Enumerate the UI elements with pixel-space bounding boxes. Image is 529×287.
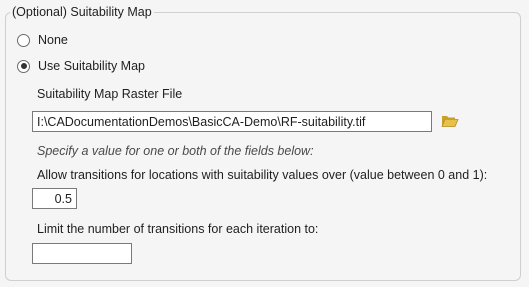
none-label[interactable]: None	[38, 33, 68, 47]
use-suitability-map-label[interactable]: Use Suitability Map	[38, 59, 145, 73]
limit-input[interactable]	[32, 243, 132, 264]
raster-file-path-input[interactable]	[32, 111, 432, 132]
threshold-input[interactable]	[32, 188, 77, 209]
use-suitability-map-radio[interactable]	[17, 59, 30, 73]
fields-hint: Specify a value for one or both of the f…	[37, 144, 314, 158]
none-option[interactable]: None	[17, 31, 68, 49]
raster-file-label: Suitability Map Raster File	[37, 87, 183, 101]
folder-open-icon[interactable]	[441, 113, 459, 129]
none-radio[interactable]	[17, 33, 30, 47]
group-title: (Optional) Suitability Map	[10, 4, 154, 20]
use-suitability-map-option[interactable]: Use Suitability Map	[17, 57, 145, 75]
limit-label: Limit the number of transitions for each…	[37, 222, 319, 236]
threshold-label: Allow transitions for locations with sui…	[37, 168, 488, 182]
